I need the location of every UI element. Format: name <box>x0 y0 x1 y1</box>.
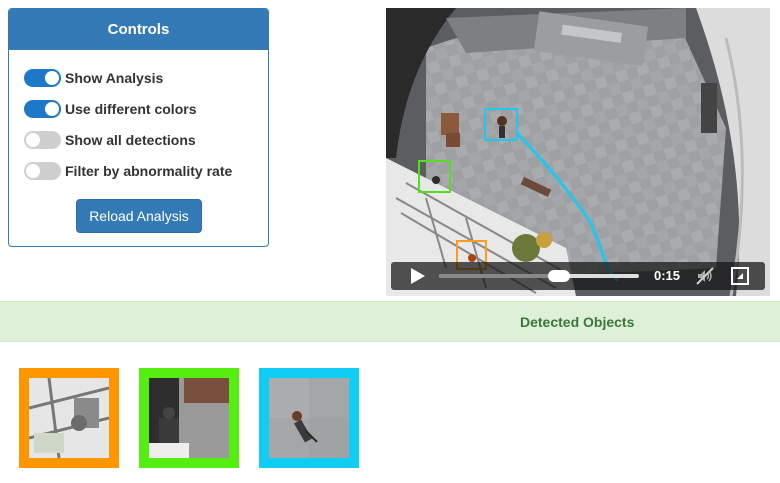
detected-objects-header: Detected Objects <box>0 301 780 342</box>
play-icon[interactable] <box>409 268 425 284</box>
detected-object-thumbnail[interactable] <box>19 368 119 468</box>
toggle-use-different-colors[interactable]: Use different colors <box>24 100 196 118</box>
toggle-show-analysis[interactable]: Show Analysis <box>24 69 163 87</box>
toggle-switch[interactable] <box>24 100 61 118</box>
controls-title: Controls <box>9 9 268 50</box>
detected-object-image <box>29 378 109 458</box>
video-controls-bar: 0:15 <box>391 262 765 290</box>
detected-object-image <box>149 378 229 458</box>
seek-bar[interactable] <box>439 270 639 282</box>
toggle-switch[interactable] <box>24 131 61 149</box>
detected-object-image <box>269 378 349 458</box>
toggle-filter-abnormality[interactable]: Filter by abnormality rate <box>24 162 232 180</box>
mute-icon[interactable] <box>696 267 714 285</box>
toggle-label: Filter by abnormality rate <box>65 163 233 179</box>
seek-played <box>439 274 559 278</box>
toggle-switch[interactable] <box>24 69 61 87</box>
toggle-switch[interactable] <box>24 162 61 180</box>
detected-object-thumbnail[interactable] <box>139 368 239 468</box>
controls-panel: Controls Show Analysis Use different col… <box>8 8 269 247</box>
toggle-label: Show Analysis <box>65 70 164 86</box>
toggle-show-all-detections[interactable]: Show all detections <box>24 131 196 149</box>
reload-analysis-button[interactable]: Reload Analysis <box>76 199 202 233</box>
video-player[interactable]: 0:15 <box>386 8 770 296</box>
detected-object-thumbnail[interactable] <box>259 368 359 468</box>
toggle-label: Use different colors <box>65 101 197 117</box>
video-frame <box>386 8 770 296</box>
fullscreen-icon[interactable] <box>731 267 749 285</box>
seek-thumb[interactable] <box>548 270 570 282</box>
video-time: 0:15 <box>654 268 681 283</box>
detected-objects-title: Detected Objects <box>520 314 635 330</box>
toggle-label: Show all detections <box>65 132 196 148</box>
